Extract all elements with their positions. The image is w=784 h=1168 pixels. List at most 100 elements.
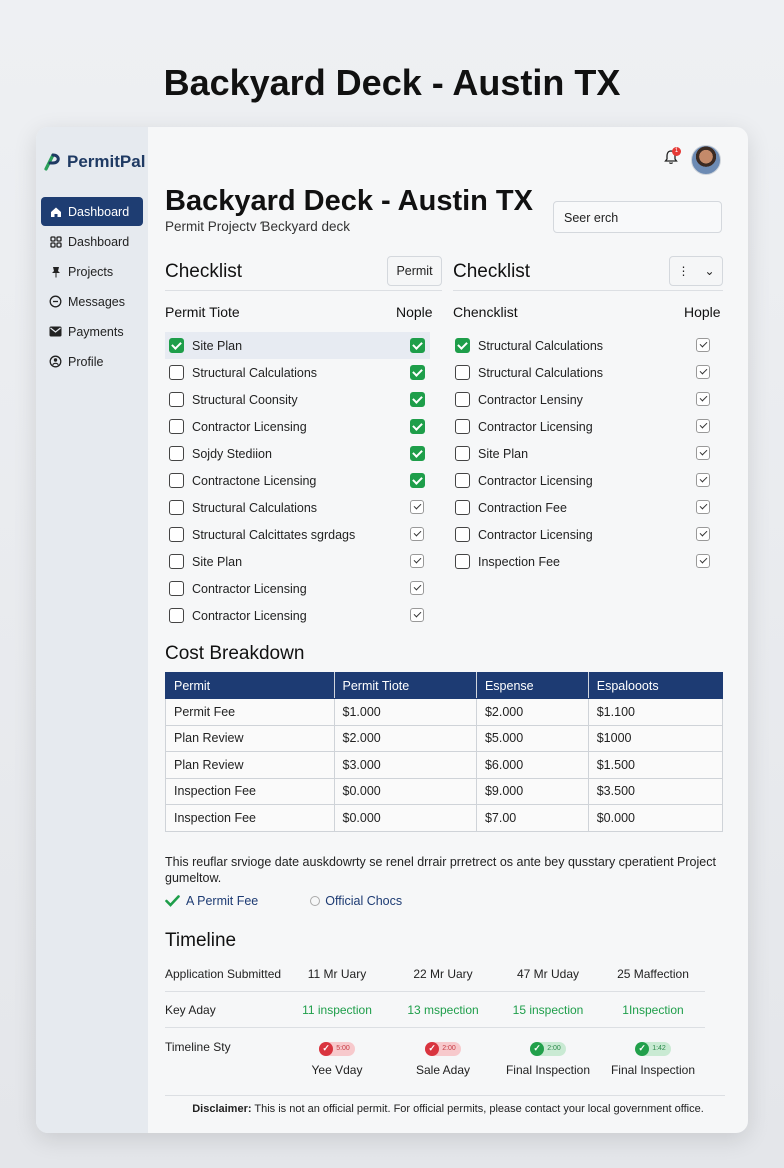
checklist-item[interactable]: Contractor Licensing (165, 413, 430, 440)
avatar[interactable] (691, 145, 721, 175)
status-badge: ✓ 2:00 (425, 1041, 461, 1056)
status-checkbox[interactable] (410, 581, 424, 595)
timeline-caption: Yee Vday (311, 1062, 363, 1077)
cost-header-cell: Espalooots (587, 672, 724, 699)
checklist-item[interactable]: Structural Calculations (451, 332, 721, 359)
status-checkbox[interactable] (410, 419, 425, 434)
checklist-item[interactable]: Structural Calculations (451, 359, 721, 386)
status-checkbox[interactable] (410, 527, 424, 541)
status-checkbox[interactable] (696, 473, 710, 487)
checklist-item[interactable]: Contractor Licensing (165, 602, 430, 629)
checkbox[interactable] (455, 527, 470, 542)
checklist-item[interactable]: Structural Calcittates sgrdags (165, 521, 430, 548)
status-checkbox[interactable] (696, 392, 710, 406)
status-checkbox[interactable] (410, 608, 424, 622)
checklist-item-label: Structural Calculations (192, 365, 318, 380)
status-checkbox[interactable] (410, 473, 425, 488)
checklist-item-label: Structural Calculations (192, 500, 318, 515)
permit-button[interactable]: Permit (387, 256, 442, 286)
checklist-item[interactable]: Contractor Licensing (451, 413, 721, 440)
sidebar-item-projects[interactable]: Projects (41, 257, 143, 286)
checkbox[interactable] (455, 338, 470, 353)
sidebar-item-messages[interactable]: Messages (41, 287, 143, 316)
timeline-inspection[interactable]: 13 mspection (393, 1003, 493, 1017)
radio-icon (310, 896, 321, 906)
status-checkbox[interactable] (410, 392, 425, 407)
permit-fee-link[interactable]: A Permit Fee (165, 894, 258, 908)
status-checkbox[interactable] (410, 446, 425, 461)
table-row: Inspection Fee $0.000 $7.00 $0.000 (165, 804, 724, 832)
timeline-status-cell: ✓ 1:42 Final Inspection (603, 1040, 703, 1077)
checkbox[interactable] (169, 608, 184, 623)
official-docs-link[interactable]: Official Chocs (310, 894, 402, 908)
status-checkbox[interactable] (696, 365, 710, 379)
status-checkbox[interactable] (696, 446, 710, 460)
checklist-item-label: Sojdy Stediion (192, 446, 272, 461)
checkbox[interactable] (455, 500, 470, 515)
checklist-item-label: Contractone Licensing (192, 473, 317, 488)
checkbox[interactable] (455, 554, 470, 569)
checkbox[interactable] (455, 365, 470, 380)
checklist-item[interactable]: Structural Calculations (165, 359, 430, 386)
checklist-item[interactable]: Contractone Licensing (165, 467, 430, 494)
checkbox[interactable] (455, 446, 470, 461)
checkbox[interactable] (169, 338, 184, 353)
checkbox[interactable] (169, 419, 184, 434)
checklist-item[interactable]: Contractor Licensing (451, 467, 721, 494)
chat-icon (49, 295, 62, 308)
checklist-item[interactable]: Structural Coonsity (165, 386, 430, 413)
timeline-inspection[interactable]: 1Inspection (603, 1003, 703, 1017)
checkbox[interactable] (169, 554, 184, 569)
checklist-item[interactable]: Site Plan (451, 440, 721, 467)
timeline-title: Timeline (165, 930, 237, 951)
status-checkbox[interactable] (410, 500, 424, 514)
status-checkbox[interactable] (410, 338, 425, 353)
timeline-status-cell: ✓ 2:00 Final Inspection (498, 1040, 598, 1077)
checklist-item[interactable]: Contraction Fee (451, 494, 721, 521)
sidebar-item-payments[interactable]: Payments (41, 317, 143, 346)
checklist-item[interactable]: Sojdy Stediion (165, 440, 430, 467)
checklist-item[interactable]: Site Plan (165, 332, 430, 359)
status-checkbox[interactable] (696, 554, 710, 568)
checkbox[interactable] (455, 473, 470, 488)
notification-button[interactable]: 1 (664, 147, 681, 170)
timeline-row-dates: Application Submitted 11 Mr Uary 22 Mr U… (165, 967, 705, 987)
checkbox[interactable] (169, 365, 184, 380)
table-cell: $2.000 (475, 698, 589, 726)
checkbox[interactable] (169, 446, 184, 461)
checklist-item[interactable]: Contractor Lensiny (451, 386, 721, 413)
checklist-item-label: Contractor Licensing (192, 581, 307, 596)
timeline-inspection[interactable]: 11 inspection (287, 1003, 387, 1017)
search-input[interactable]: Seer erch (553, 201, 722, 233)
checkbox[interactable] (169, 581, 184, 596)
sidebar-item-profile[interactable]: Profile (41, 347, 143, 376)
checklist-item[interactable]: Site Plan (165, 548, 430, 575)
sidebar-item-dashboard-2[interactable]: Dashboard (41, 227, 143, 256)
divider (165, 991, 705, 992)
divider (165, 1095, 725, 1096)
checkbox[interactable] (169, 527, 184, 542)
checkbox[interactable] (455, 392, 470, 407)
status-checkbox[interactable] (410, 365, 425, 380)
status-checkbox[interactable] (696, 500, 710, 514)
more-options-button[interactable]: ⋮ ⌄ (669, 256, 723, 286)
checkbox[interactable] (169, 392, 184, 407)
status-checkbox[interactable] (696, 419, 710, 433)
checkbox[interactable] (169, 500, 184, 515)
checklist-item[interactable]: Structural Calculations (165, 494, 430, 521)
checklist-item[interactable]: Inspection Fee (451, 548, 721, 575)
checkbox[interactable] (455, 419, 470, 434)
status-badge: ✓ 5:00 (319, 1041, 355, 1056)
checklist-item[interactable]: Contractor Licensing (165, 575, 430, 602)
check-green-icon: ✓ (635, 1041, 650, 1056)
status-checkbox[interactable] (696, 338, 710, 352)
cost-note: This reuflar srvioge date auskdowrty se … (165, 855, 716, 885)
timeline-inspection[interactable]: 15 inspection (498, 1003, 598, 1017)
checklist-item[interactable]: Contractor Licensing (451, 521, 721, 548)
checkbox[interactable] (169, 473, 184, 488)
status-checkbox[interactable] (696, 527, 710, 541)
logo[interactable]: PermitPal (42, 151, 145, 173)
timeline-date: 25 Maffection (617, 967, 689, 981)
sidebar-item-dashboard[interactable]: Dashboard (41, 197, 143, 226)
status-checkbox[interactable] (410, 554, 424, 568)
